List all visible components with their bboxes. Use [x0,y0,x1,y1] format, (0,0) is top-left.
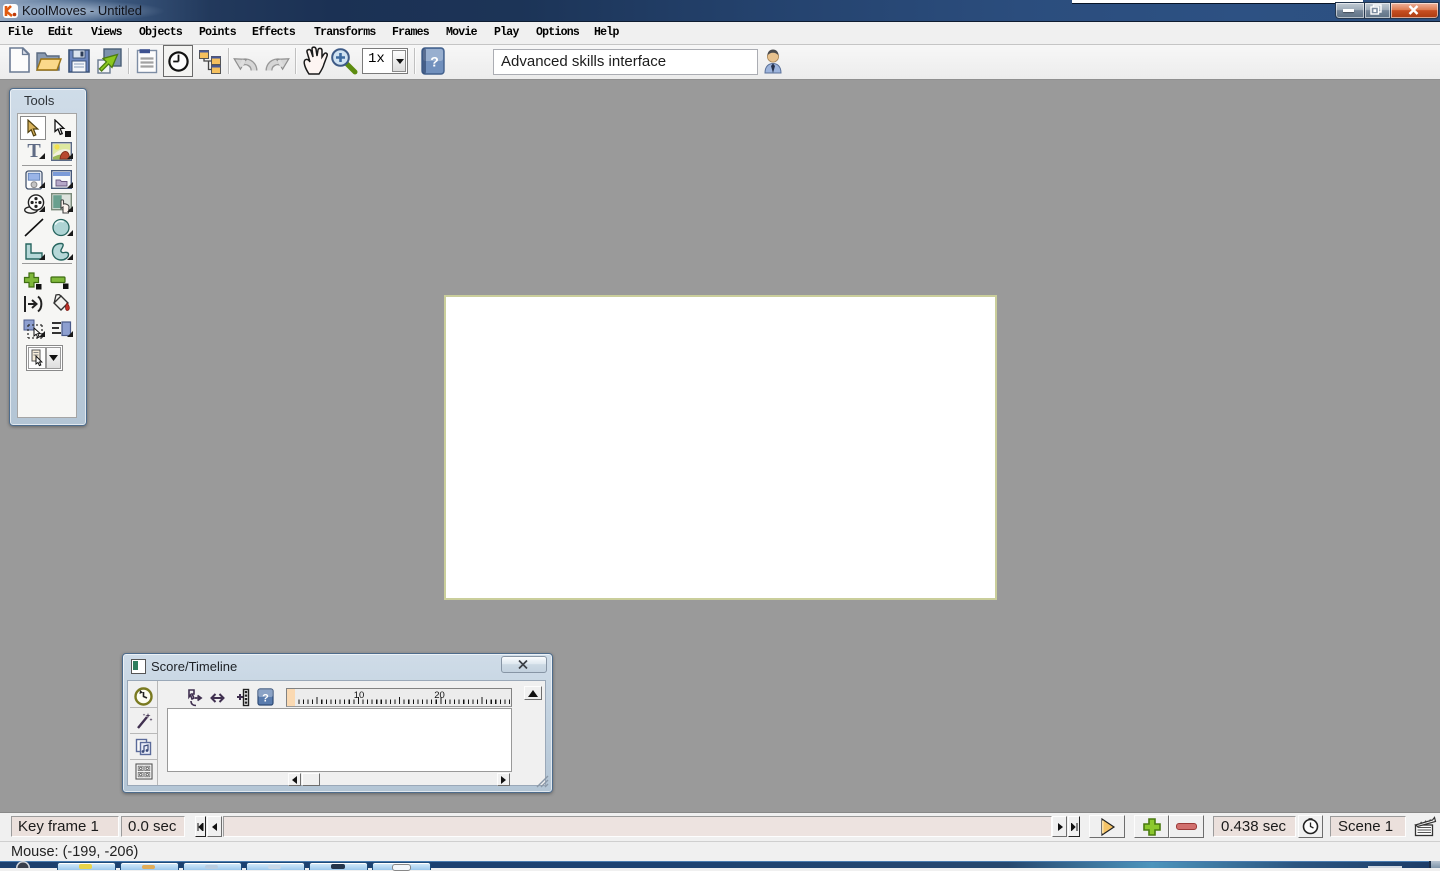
svg-text:?: ? [430,54,439,70]
svg-text:?: ? [262,693,269,705]
svg-text:20: 20 [434,690,445,701]
svg-text:10: 10 [354,690,365,701]
